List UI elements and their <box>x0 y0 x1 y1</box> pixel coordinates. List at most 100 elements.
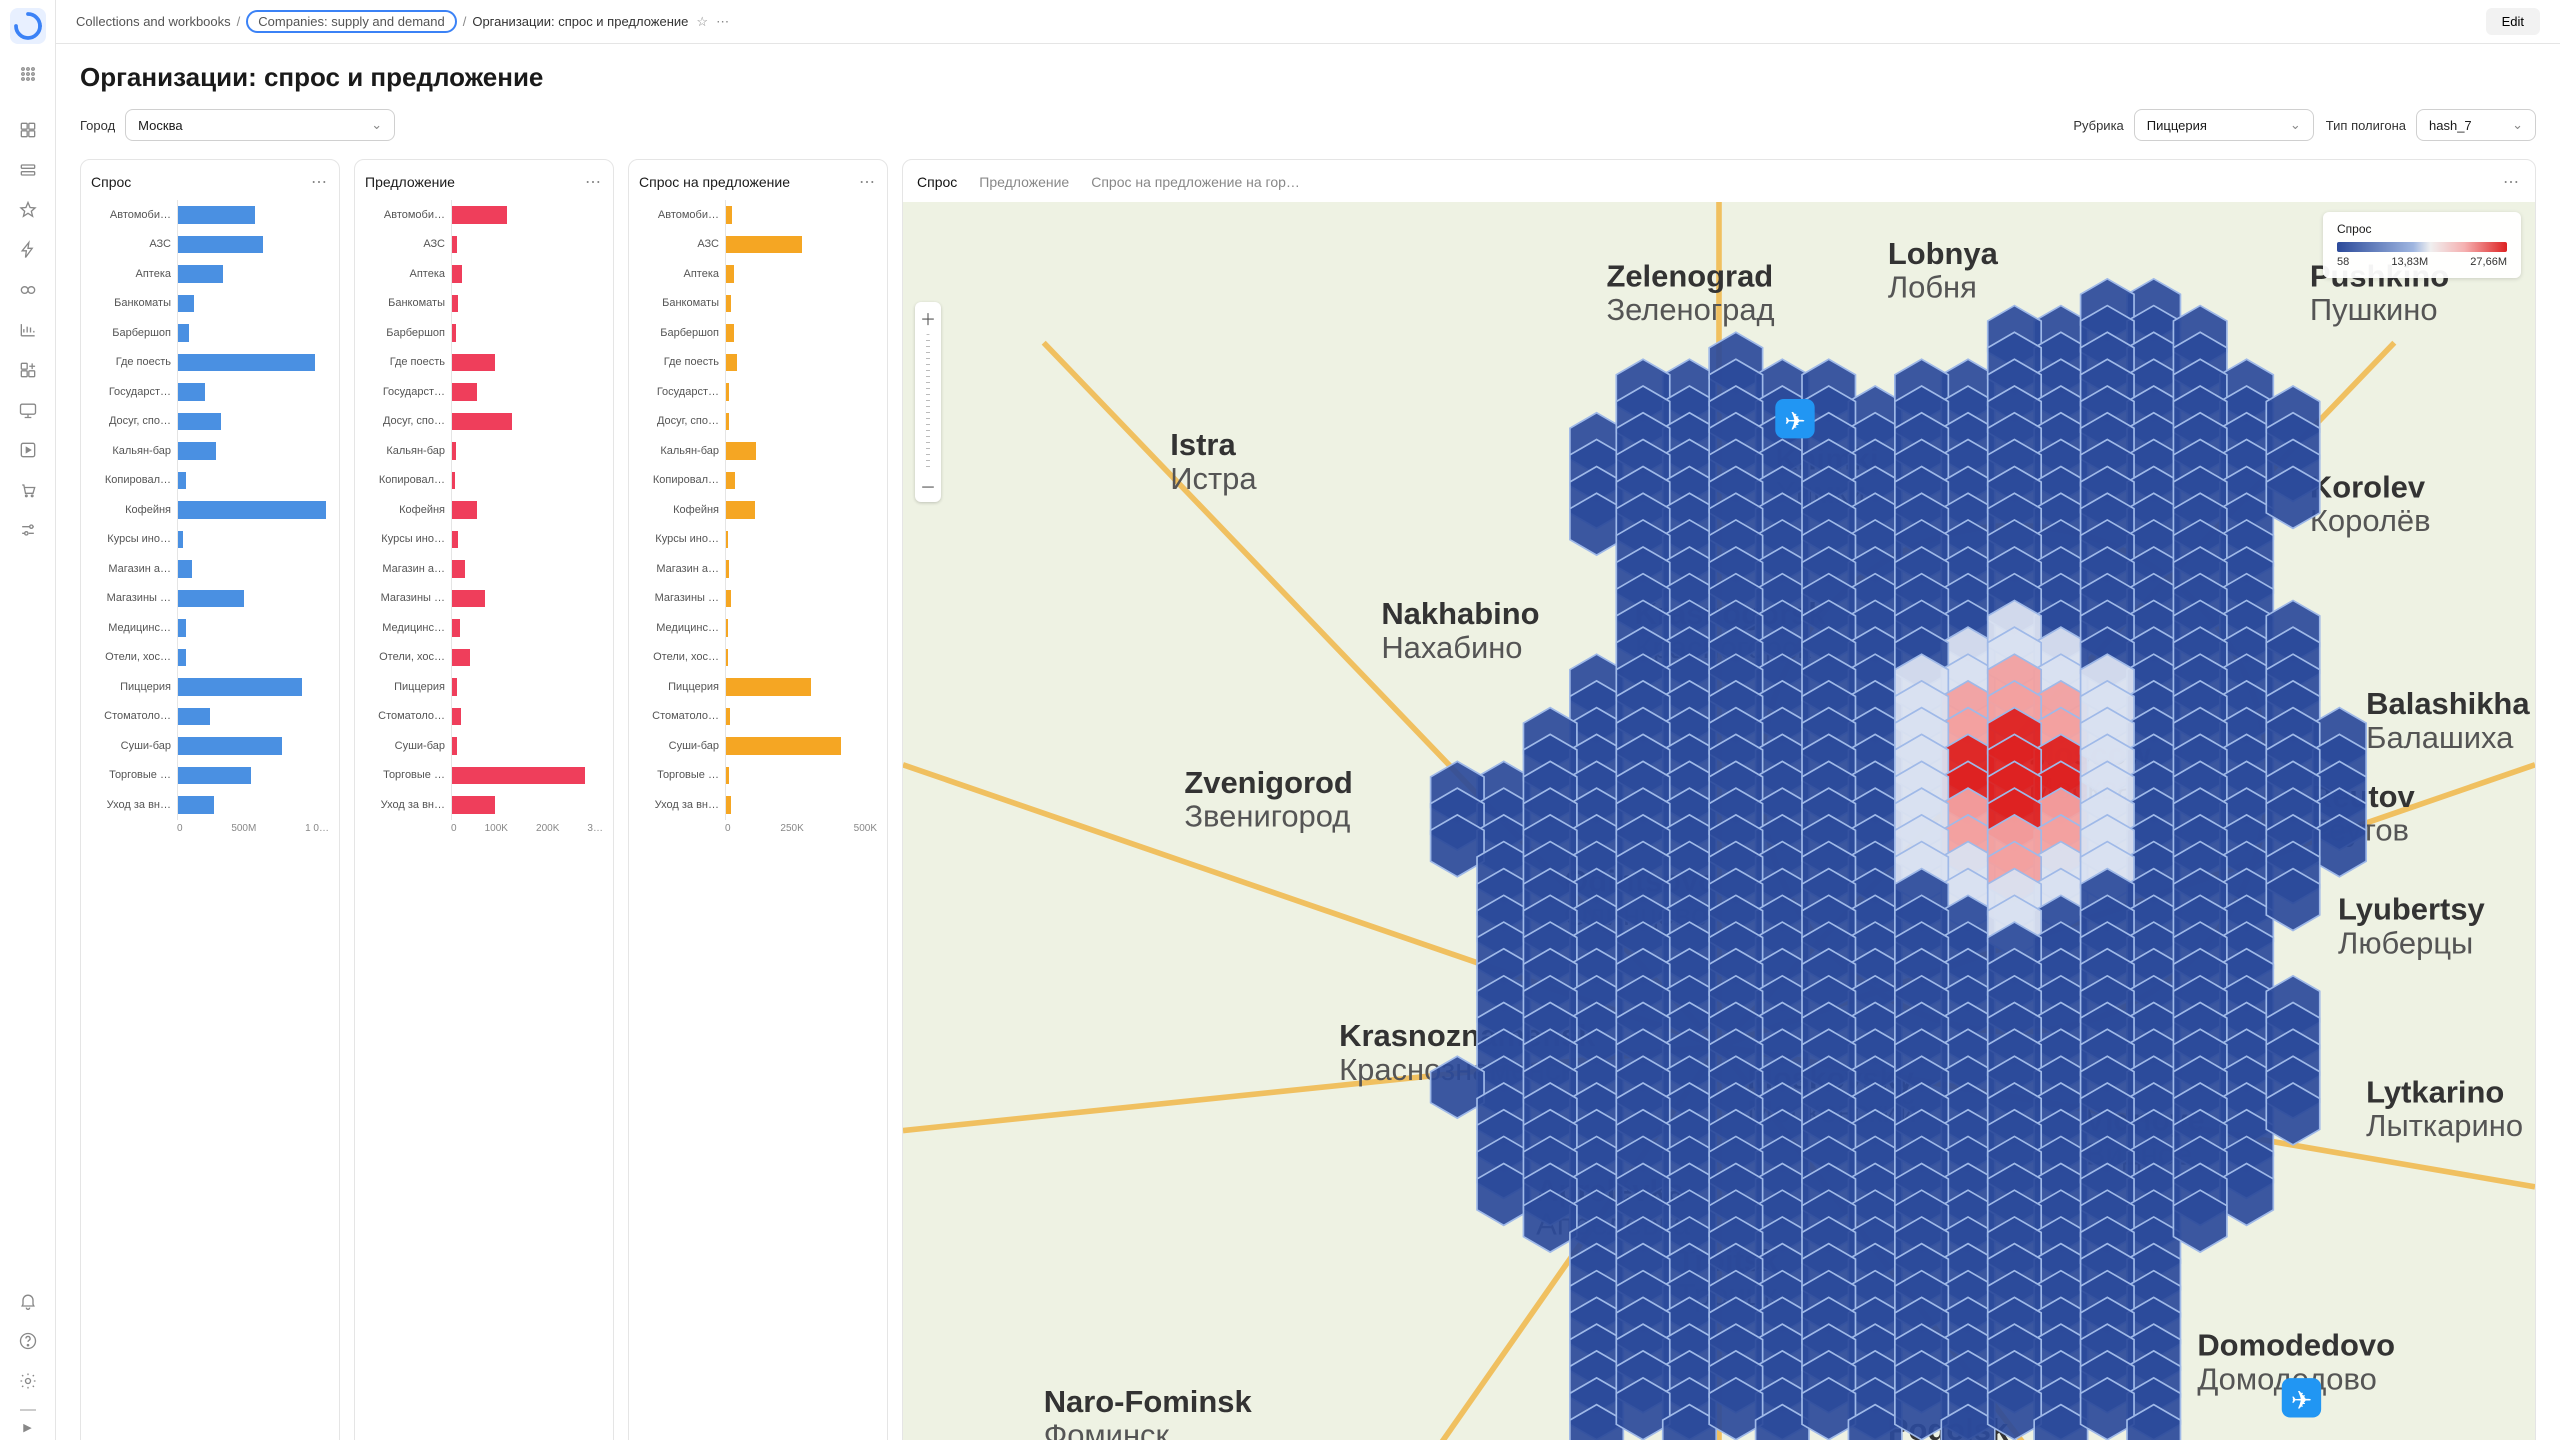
play-box-icon[interactable] <box>10 432 46 468</box>
bar-fill <box>452 590 485 608</box>
bar-label: Суши-бар <box>91 740 177 752</box>
bar-row: Магазин а… <box>365 554 603 584</box>
bar-fill <box>726 678 811 696</box>
panel-more-icon[interactable]: ⋯ <box>2503 172 2521 192</box>
bar-row: Торговые … <box>365 761 603 791</box>
bar-row: АЗС <box>639 230 877 260</box>
bar-row: Уход за вн… <box>639 790 877 820</box>
bar-fill <box>452 619 460 637</box>
bar-row: Аптека <box>365 259 603 289</box>
favorite-star-icon[interactable]: ☆ <box>696 14 708 30</box>
map-canvas[interactable]: ZelenogradЗеленоградLobnyaЛобняPushkinoП… <box>903 202 2535 1440</box>
filter-polygon-select[interactable]: hash_7⌄ <box>2416 109 2536 141</box>
breadcrumb-workbook[interactable]: Companies: supply and demand <box>246 10 456 33</box>
favorites-icon[interactable] <box>10 192 46 228</box>
bar-fill <box>178 236 263 254</box>
bar-row: Аптека <box>639 259 877 289</box>
bar-row: Отели, хос… <box>91 643 329 673</box>
bar-row: Автомоби… <box>365 200 603 230</box>
bar-row: Копировал… <box>639 466 877 496</box>
bar-fill <box>452 236 457 254</box>
settings-icon[interactable] <box>10 1363 46 1399</box>
bar-row: Магазин а… <box>639 554 877 584</box>
bar-fill <box>726 590 731 608</box>
bar-fill <box>178 590 244 608</box>
panel-ratio-title: Спрос на предложение <box>639 174 790 190</box>
collapse-handle[interactable] <box>20 1409 36 1411</box>
map-zoom-control[interactable]: ＋ － <box>915 302 941 502</box>
svg-text:Lytkarino: Lytkarino <box>2366 1074 2504 1109</box>
tab-demand[interactable]: Спрос <box>917 174 957 190</box>
connections-icon[interactable] <box>10 272 46 308</box>
bar-row: Торговые … <box>639 761 877 791</box>
bar-label: Пиццерия <box>91 681 177 693</box>
bar-label: АЗС <box>365 238 451 250</box>
bar-fill <box>452 767 585 785</box>
bar-fill <box>452 265 462 283</box>
bar-row: Суши-бар <box>365 731 603 761</box>
bar-fill <box>726 767 729 785</box>
bar-label: Магазины … <box>91 592 177 604</box>
bar-fill <box>726 354 737 372</box>
collections-icon[interactable] <box>10 152 46 188</box>
apps-icon[interactable] <box>10 56 46 92</box>
app-logo[interactable] <box>10 8 46 44</box>
sliders-icon[interactable] <box>10 512 46 548</box>
bar-row: Кальян-бар <box>365 436 603 466</box>
dashboards-icon[interactable] <box>10 112 46 148</box>
breadcrumb-root[interactable]: Collections and workbooks <box>76 14 231 29</box>
bar-row: Банкоматы <box>639 289 877 319</box>
panel-more-icon[interactable]: ⋯ <box>311 172 329 192</box>
bar-label: Стоматоло… <box>639 710 725 722</box>
help-icon[interactable] <box>10 1323 46 1359</box>
bar-row: Медицинс… <box>639 613 877 643</box>
bar-row: Копировал… <box>365 466 603 496</box>
tab-ratio-city[interactable]: Спрос на предложение на гор… <box>1091 174 1300 190</box>
panel-demand: Спрос ⋯ Автомоби…АЗСАптекаБанкоматыБарбе… <box>80 159 340 1440</box>
panel-ratio: Спрос на предложение ⋯ Автомоби…АЗСАптек… <box>628 159 888 1440</box>
svg-text:Zvenigorod: Zvenigorod <box>1184 765 1352 800</box>
bar-label: Суши-бар <box>365 740 451 752</box>
expand-icon[interactable]: ▶ <box>23 1421 31 1434</box>
panel-supply: Предложение ⋯ Автомоби…АЗСАптекаБанкомат… <box>354 159 614 1440</box>
cart-icon[interactable] <box>10 472 46 508</box>
edit-button[interactable]: Edit <box>2486 8 2540 35</box>
filter-city-label: Город <box>80 118 115 133</box>
svg-text:Истра: Истра <box>1170 461 1257 496</box>
breadcrumb-more-icon[interactable]: ⋯ <box>716 14 729 30</box>
bar-row: АЗС <box>365 230 603 260</box>
bar-label: Барбершоп <box>91 327 177 339</box>
tab-supply[interactable]: Предложение <box>979 174 1069 190</box>
zoom-in-icon[interactable]: ＋ <box>920 306 936 330</box>
bar-row: Кофейня <box>365 495 603 525</box>
bar-fill <box>178 737 282 755</box>
svg-text:Nakhabino: Nakhabino <box>1381 596 1539 631</box>
bar-row: Досуг, спо… <box>639 407 877 437</box>
bar-fill <box>178 354 315 372</box>
bar-row: Суши-бар <box>639 731 877 761</box>
bar-fill <box>178 560 192 578</box>
bell-icon[interactable] <box>10 1283 46 1319</box>
bar-fill <box>178 324 189 342</box>
bar-label: АЗС <box>639 238 725 250</box>
zoom-out-icon[interactable]: － <box>920 474 936 498</box>
bar-fill <box>726 472 735 490</box>
bar-label: Пиццерия <box>639 681 725 693</box>
widgets-icon[interactable] <box>10 352 46 388</box>
bar-row: Торговые … <box>91 761 329 791</box>
charts-icon[interactable] <box>10 312 46 348</box>
bar-row: Суши-бар <box>91 731 329 761</box>
bar-row: Медицинс… <box>91 613 329 643</box>
bar-label: Медицинс… <box>91 622 177 634</box>
svg-text:Lobnya: Lobnya <box>1888 236 1999 271</box>
panel-more-icon[interactable]: ⋯ <box>859 172 877 192</box>
monitor-icon[interactable] <box>10 392 46 428</box>
bar-fill <box>726 560 729 578</box>
bar-row: Где поесть <box>91 348 329 378</box>
bar-label: Кофейня <box>91 504 177 516</box>
panel-more-icon[interactable]: ⋯ <box>585 172 603 192</box>
filter-city-select[interactable]: Москва⌄ <box>125 109 395 141</box>
bolt-icon[interactable] <box>10 232 46 268</box>
filter-rubric-select[interactable]: Пиццерия⌄ <box>2134 109 2314 141</box>
bar-row: Пиццерия <box>365 672 603 702</box>
